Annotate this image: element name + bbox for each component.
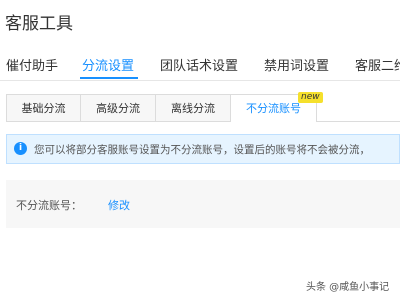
info-icon: i	[14, 142, 27, 155]
main-nav: 催付助手 分流设置 团队话术设置 禁用词设置 客服二维	[0, 46, 400, 81]
subtab-offline[interactable]: 离线分流	[155, 94, 231, 121]
no-distribution-panel: 不分流账号： 修改	[6, 180, 400, 228]
page: 客服工具 催付助手 分流设置 团队话术设置 禁用词设置 客服二维 基础分流 高级…	[0, 0, 400, 300]
subtab-advanced[interactable]: 高级分流	[80, 94, 156, 121]
tab-distribution-settings[interactable]: 分流设置	[82, 55, 134, 74]
new-badge: new	[298, 92, 323, 103]
distribution-subtabs: 基础分流 高级分流 离线分流 不分流账号	[6, 94, 400, 122]
tab-team-scripts[interactable]: 团队话术设置	[160, 55, 238, 74]
info-notice: i 您可以将部分客服账号设置为不分流账号，设置后的账号将不会被分流，	[6, 134, 400, 164]
no-distribution-label: 不分流账号：	[16, 199, 82, 212]
page-title: 客服工具	[5, 14, 73, 34]
tab-payment-reminder[interactable]: 催付助手	[6, 55, 58, 74]
tab-service-qrcode[interactable]: 客服二维	[355, 55, 400, 74]
subtab-basic[interactable]: 基础分流	[6, 94, 81, 121]
tab-banned-words[interactable]: 禁用词设置	[264, 55, 329, 74]
edit-link[interactable]: 修改	[108, 197, 130, 213]
active-tab-indicator	[80, 77, 138, 79]
watermark: 头条 @咸鱼小事记	[306, 282, 390, 293]
notice-text: 您可以将部分客服账号设置为不分流账号，设置后的账号将不会被分流，	[34, 144, 370, 156]
